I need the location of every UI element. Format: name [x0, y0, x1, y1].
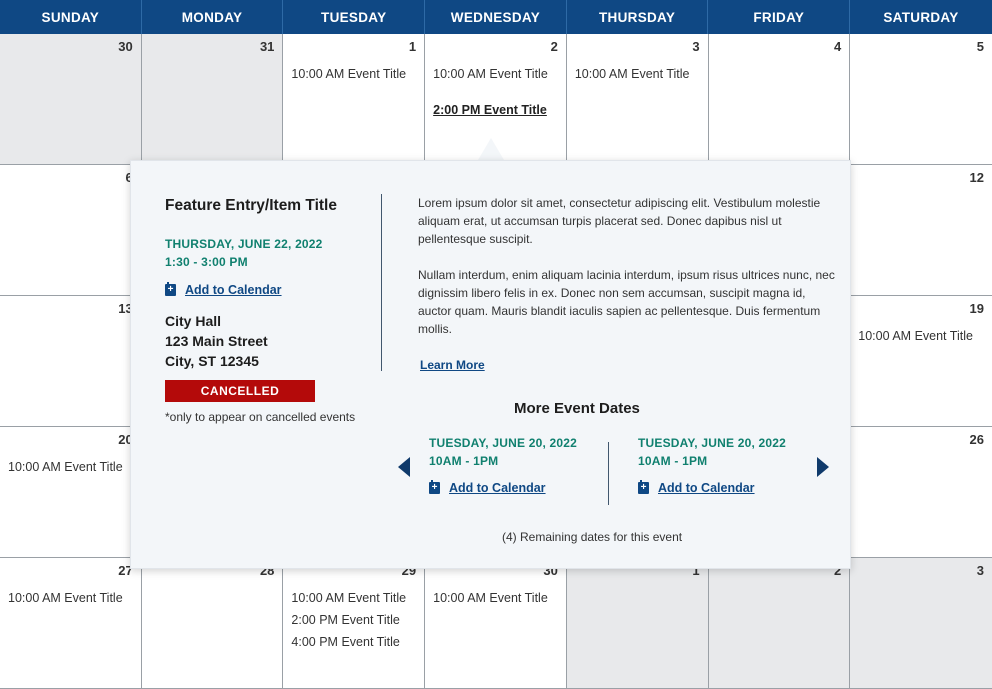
event-link[interactable]: 2:00 PM Event Title [291, 614, 416, 627]
day-cell[interactable]: 5 [850, 34, 992, 165]
day-header: SATURDAY [883, 9, 959, 25]
event-link[interactable]: 4:00 PM Event Title [291, 636, 416, 649]
day-cell[interactable]: 6 [0, 165, 142, 296]
add-to-calendar-link[interactable]: Add to Calendar [185, 283, 282, 297]
day-number: 27 [118, 563, 133, 578]
event-datetime: THURSDAY, JUNE 22, 2022 1:30 - 3:00 PM [165, 235, 385, 271]
add-to-calendar-link[interactable]: Add to Calendar [449, 481, 546, 495]
day-cell[interactable]: 3 10:00 AM Event Title [566, 34, 709, 165]
day-cell[interactable]: 20 10:00 AM Event Title [0, 427, 142, 558]
alt-time: 10AM - 1PM [429, 454, 499, 468]
learn-more-link[interactable]: Learn More [420, 358, 485, 372]
day-header: TUESDAY [283, 0, 426, 34]
description-paragraph: Lorem ipsum dolor sit amet, consectetur … [418, 196, 821, 246]
event-title: Feature Entry/Item Title [165, 197, 337, 214]
alt-date: TUESDAY, JUNE 20, 2022 [429, 436, 578, 450]
event-time: 1:30 - 3:00 PM [165, 255, 248, 269]
day-header: FRIDAY [708, 0, 851, 34]
day-header: MONDAY [142, 0, 284, 34]
day-cell[interactable]: 2 [708, 558, 851, 689]
day-number: 4 [834, 39, 842, 54]
day-number: 3 [692, 39, 700, 54]
event-summary: Feature Entry/Item Title THURSDAY, JUNE … [165, 197, 385, 424]
day-number: 2 [550, 39, 558, 54]
day-cell[interactable]: 12 [850, 165, 992, 296]
calendar-header: SUNDAY MONDAY TUESDAY WEDNESDAY THURSDAY FRID… [0, 0, 992, 34]
day-cell[interactable]: 1 [566, 558, 709, 689]
day-number: 19 [969, 301, 984, 316]
event-link[interactable]: 10:00 AM Event Title [575, 68, 700, 81]
day-cell[interactable]: 13 [0, 296, 142, 427]
alt-date-card: TUESDAY, JUNE 20, 2022 10AM - 1PM Add to… [638, 434, 818, 495]
divider [608, 442, 609, 505]
add-to-calendar[interactable]: Add to Calendar [429, 480, 609, 495]
calendar-plus-icon [638, 480, 649, 494]
day-cell[interactable]: 28 [141, 558, 284, 689]
cancelled-badge: CANCELLED [165, 380, 315, 402]
day-number: 30 [118, 39, 133, 54]
day-cell[interactable]: 30 [0, 34, 142, 165]
address-name: City Hall [165, 313, 222, 329]
add-to-calendar[interactable]: Add to Calendar [638, 480, 818, 495]
day-number: 31 [259, 39, 275, 54]
add-to-calendar[interactable]: Add to Calendar [165, 282, 385, 297]
day-cell[interactable]: 26 [850, 427, 992, 558]
cancelled-note: *only to appear on cancelled events [165, 410, 356, 424]
event-link[interactable]: 10:00 AM Event Title [433, 68, 558, 81]
event-link[interactable]: 2:00 PM Event Title [433, 104, 558, 117]
event-link[interactable]: 10:00 AM Event Title [858, 330, 984, 343]
day-number: 26 [969, 432, 984, 447]
day-cell[interactable]: 29 10:00 AM Event Title 2:00 PM Event Titl… [283, 558, 426, 689]
day-number: 20 [118, 432, 133, 447]
event-description: Lorem ipsum dolor sit amet, consectetur … [418, 194, 838, 338]
day-header: WEDNESDAY [425, 0, 567, 34]
day-cell[interactable]: 30 10:00 AM Event Title [425, 558, 567, 689]
alt-date: TUESDAY, JUNE 20, 2022 [638, 436, 787, 450]
calendar-plus-icon [165, 282, 176, 296]
popup-pointer [478, 138, 504, 160]
alt-time: 10AM - 1PM [638, 454, 708, 468]
day-number: 5 [976, 39, 984, 54]
address-city: City, ST 12345 [165, 353, 259, 369]
event-address: City Hall 123 Main Street City, ST 12345 [165, 311, 385, 371]
caret-left-icon[interactable] [398, 457, 410, 477]
event-popup: Feature Entry/Item Title THURSDAY, JUNE … [130, 160, 851, 569]
day-header: THURSDAY [567, 0, 709, 34]
day-cell[interactable]: 3 [850, 558, 992, 689]
more-dates-title: More Event Dates [514, 400, 640, 417]
day-cell[interactable]: 4 [708, 34, 851, 165]
event-date: THURSDAY, JUNE 22, 2022 [165, 237, 323, 251]
day-number: 6 [8, 171, 132, 189]
remaining-dates: (4) Remaining dates for this event [502, 530, 683, 544]
event-link[interactable]: 10:00 AM Event Title [291, 68, 416, 81]
day-number: 1 [408, 39, 417, 54]
event-link[interactable]: 10:00 AM Event Title [433, 592, 558, 605]
day-number: 12 [969, 170, 984, 185]
alt-date-card: TUESDAY, JUNE 20, 2022 10AM - 1PM Add to… [429, 434, 609, 495]
event-link[interactable]: 10:00 AM Event Title [8, 592, 133, 605]
address-street: 123 Main Street [165, 333, 268, 349]
event-link[interactable]: 10:00 AM Event Title [8, 461, 133, 474]
day-number: 3 [976, 563, 984, 578]
day-header: SUNDAY [0, 0, 142, 34]
description-paragraph: Nullam interdum, enim aliquam lacinia in… [418, 268, 835, 336]
day-cell[interactable]: 19 10:00 AM Event Title [850, 296, 992, 427]
day-cell[interactable]: 1 10:00 AM Event Title [283, 34, 426, 165]
add-to-calendar-link[interactable]: Add to Calendar [658, 481, 755, 495]
calendar-plus-icon [429, 480, 440, 494]
day-cell[interactable]: 27 10:00 AM Event Title [0, 558, 142, 689]
day-number: 13 [118, 301, 133, 316]
event-link[interactable]: 10:00 AM Event Title [291, 592, 416, 605]
divider [381, 194, 382, 371]
caret-right-icon[interactable] [817, 457, 829, 477]
day-cell[interactable]: 31 [141, 34, 284, 165]
